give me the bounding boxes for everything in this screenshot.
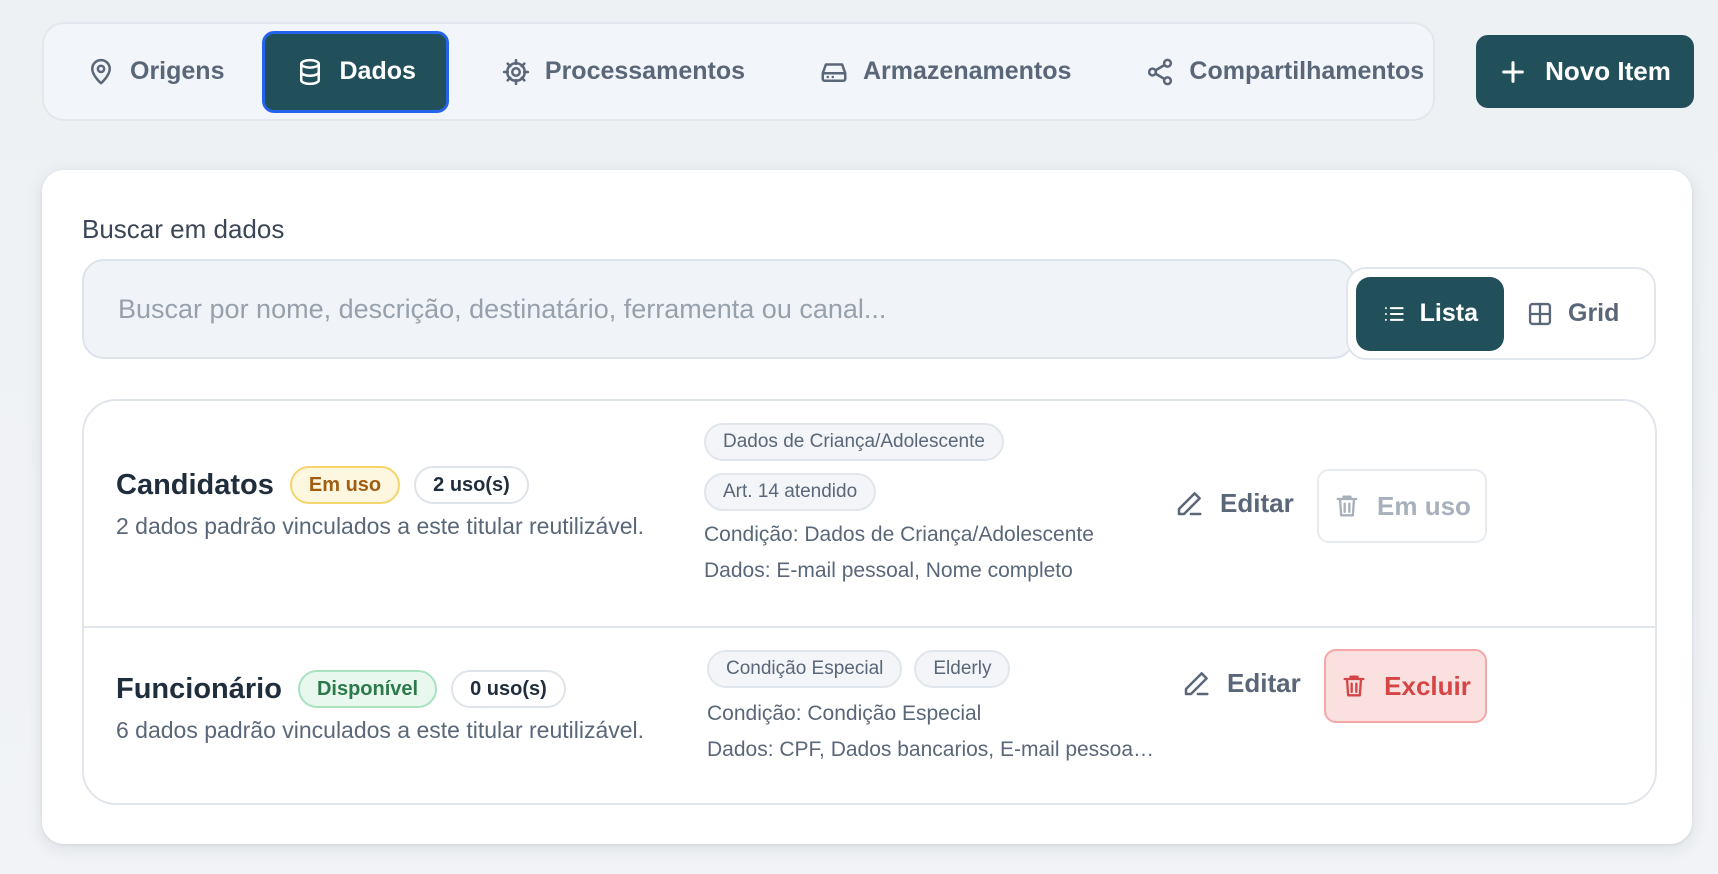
gear-icon <box>502 58 530 85</box>
item-title-line: Candidatos Em uso 2 uso(s) <box>116 466 543 504</box>
tab-label: Armazenamentos <box>863 57 1072 85</box>
item-condition: Condição: Condição Especial <box>707 702 982 725</box>
pencil-icon <box>1184 671 1209 695</box>
grid-view-label: Grid <box>1568 299 1620 327</box>
item-title: Candidatos <box>116 468 274 501</box>
item-title-line: Funcionário Disponível 0 uso(s) <box>116 670 580 708</box>
delete-button-disabled[interactable]: Em uso <box>1317 469 1487 543</box>
tab-dados[interactable]: Dados <box>262 30 449 113</box>
item-tags: Dados de Criança/Adolescente Art. 14 ate… <box>704 423 1124 511</box>
item-tags: Condição Especial Elderly <box>707 650 1011 688</box>
status-badge: Em uso <box>289 466 401 504</box>
list-icon <box>1384 306 1404 321</box>
delete-label: Em uso <box>1377 490 1471 521</box>
edit-label: Editar <box>1220 488 1294 518</box>
tab-armazenamentos[interactable]: Armazenamentos <box>803 31 1087 113</box>
item-description: 2 dados padrão vinculados a este titular… <box>116 513 645 539</box>
search-box <box>82 259 1355 359</box>
item-description: 6 dados padrão vinculados a este titular… <box>116 717 645 743</box>
edit-button[interactable]: Editar <box>1174 488 1294 519</box>
share-icon <box>1148 58 1173 85</box>
tab-compartilhamentos[interactable]: Compartilhamentos <box>1129 31 1440 113</box>
item-data: Dados: CPF, Dados bancarios, E-mail pess… <box>707 738 1155 761</box>
pencil-icon <box>1177 491 1202 515</box>
new-item-button[interactable]: Novo Item <box>1476 35 1694 108</box>
list-view-button[interactable]: Lista <box>1356 276 1504 351</box>
plus-icon <box>1502 60 1525 83</box>
items-list: Candidatos Em uso 2 uso(s) 2 dados padrã… <box>82 399 1657 805</box>
hard-drive-icon <box>821 62 847 82</box>
tag: Art. 14 atendido <box>704 473 877 511</box>
search-label: Buscar em dados <box>82 214 285 244</box>
item-title: Funcionário <box>116 672 282 705</box>
usage-badge: 2 uso(s) <box>414 466 529 504</box>
list-item: Candidatos Em uso 2 uso(s) 2 dados padrã… <box>84 401 1655 628</box>
tab-processamentos[interactable]: Processamentos <box>485 31 761 113</box>
section-nav: Origens Dados Processamentos Armazenamen… <box>42 22 1435 121</box>
tag: Condição Especial <box>707 650 903 688</box>
status-badge: Disponível <box>297 670 438 708</box>
tab-label: Compartilhamentos <box>1189 57 1425 85</box>
grid-view-button[interactable]: Grid <box>1504 277 1645 351</box>
view-toggle: Lista Grid <box>1346 267 1656 360</box>
new-item-label: Novo Item <box>1545 56 1671 86</box>
database-icon <box>300 58 321 85</box>
grid-icon <box>1528 302 1552 325</box>
tab-label: Dados <box>339 57 416 85</box>
data-panel: Buscar em dados Lista Grid Candidatos Em… <box>42 170 1692 844</box>
usage-badge: 0 uso(s) <box>451 670 566 708</box>
search-input[interactable] <box>118 293 1353 325</box>
list-view-label: Lista <box>1419 299 1478 327</box>
tab-label: Processamentos <box>544 57 745 85</box>
tag: Dados de Criança/Adolescente <box>704 423 1004 461</box>
tab-origens[interactable]: Origens <box>66 31 244 113</box>
delete-label: Excluir <box>1384 670 1471 701</box>
delete-button[interactable]: Excluir <box>1324 649 1487 723</box>
map-pin-icon <box>91 58 111 84</box>
trash-icon <box>1336 495 1358 517</box>
edit-label: Editar <box>1227 668 1301 698</box>
trash-icon <box>1343 675 1365 697</box>
tag: Elderly <box>914 650 1011 688</box>
item-condition: Condição: Dados de Criança/Adolescente <box>704 523 1094 546</box>
edit-button[interactable]: Editar <box>1181 668 1301 699</box>
item-data: Dados: E-mail pessoal, Nome completo <box>704 559 1073 582</box>
tab-label: Origens <box>130 57 225 85</box>
list-item: Funcionário Disponível 0 uso(s) 6 dados … <box>84 628 1655 803</box>
